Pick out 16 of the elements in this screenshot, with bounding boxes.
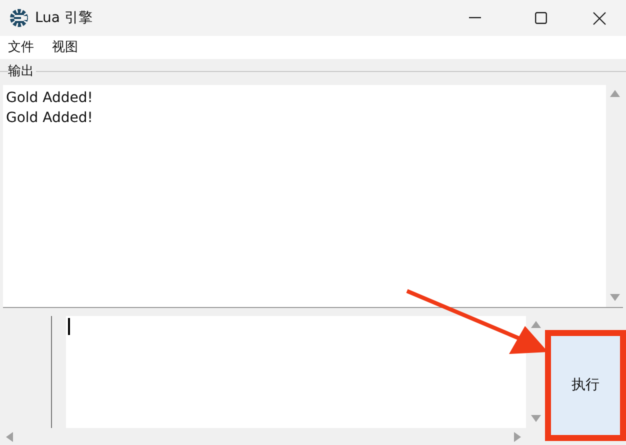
scroll-right-icon[interactable] — [513, 432, 523, 442]
scroll-down-icon[interactable] — [530, 414, 540, 424]
output-line: Gold Added! — [6, 109, 94, 128]
scroll-up-icon[interactable] — [530, 320, 540, 330]
output-line: Gold Added! — [6, 89, 94, 108]
scroll-down-icon[interactable] — [610, 293, 620, 303]
minimize-icon — [469, 17, 481, 19]
run-button[interactable]: 执行 — [545, 330, 626, 441]
gear-logo-icon — [9, 8, 29, 28]
window-title: Lua 引擎 — [35, 8, 92, 28]
scroll-up-icon[interactable] — [610, 89, 620, 99]
maximize-icon — [535, 12, 547, 24]
close-icon — [592, 12, 606, 24]
menu-item[interactable]: 文件 — [8, 38, 34, 58]
menu-item[interactable]: 视图 — [52, 38, 78, 58]
scroll-left-icon[interactable] — [5, 432, 15, 442]
